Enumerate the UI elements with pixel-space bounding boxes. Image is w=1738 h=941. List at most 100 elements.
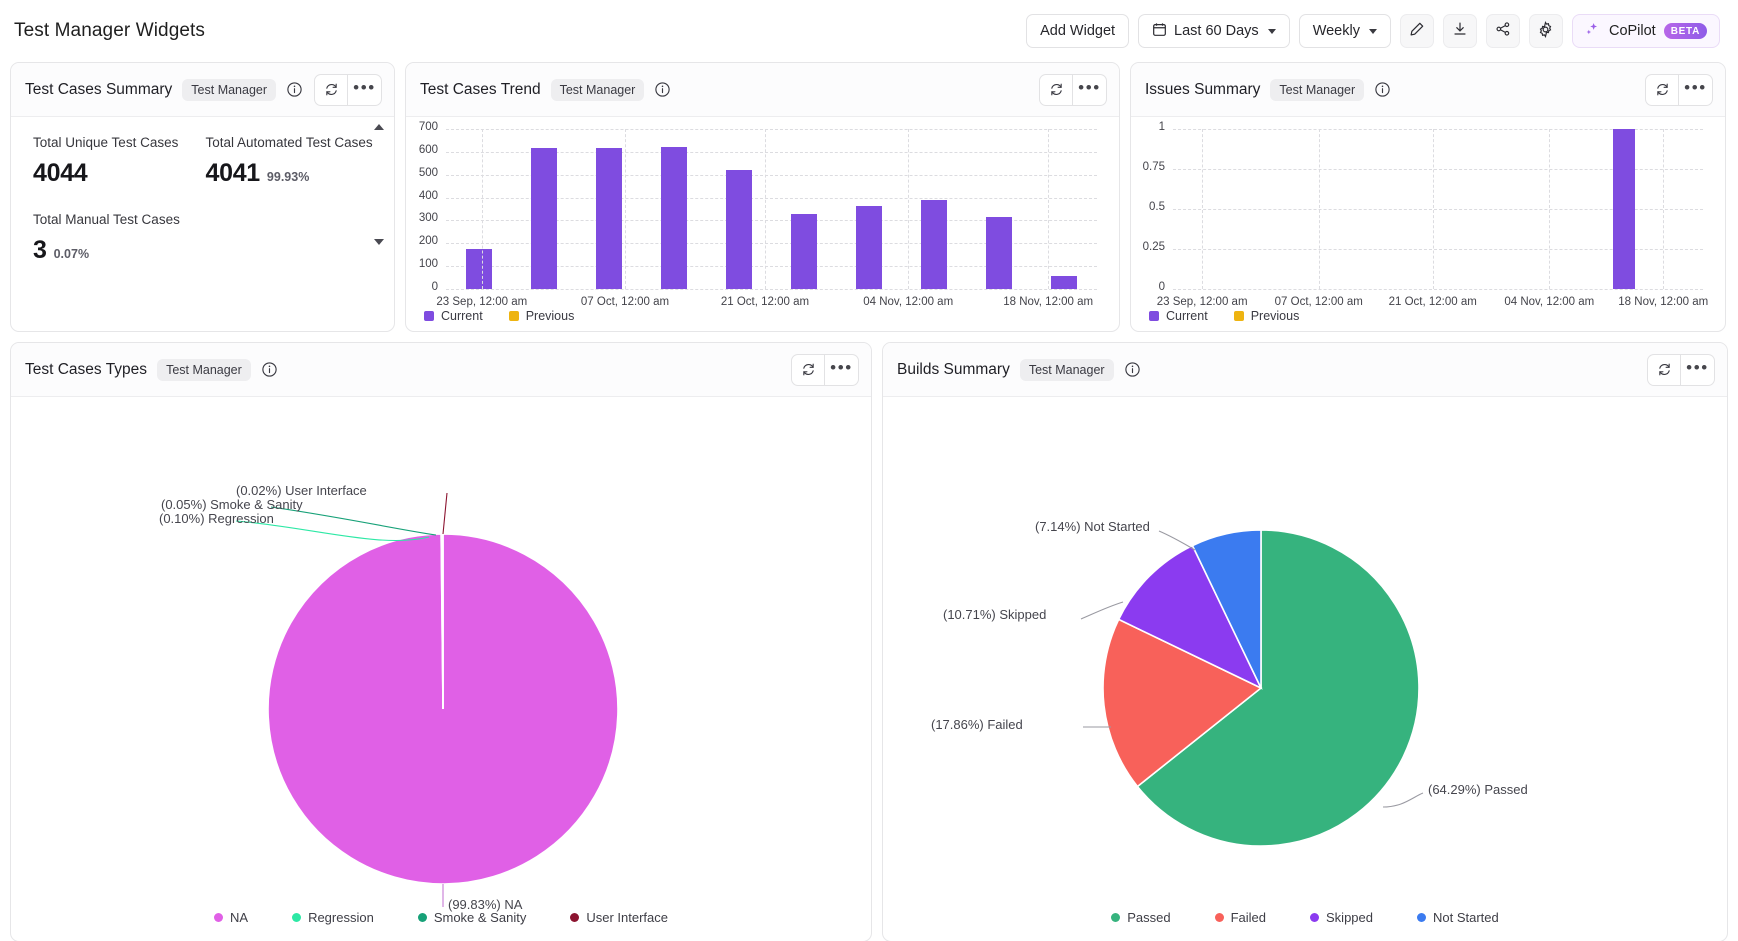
legend-swatch <box>424 311 434 321</box>
widget-grid: Test Cases Summary Test Manager ••• <box>0 62 1738 941</box>
more-options-button[interactable]: ••• <box>825 354 859 386</box>
legend-label: Passed <box>1127 910 1170 925</box>
widget-body: 010020030040050060070023 Sep, 12:00 am07… <box>406 117 1119 331</box>
x-axis-tick: 04 Nov, 12:00 am <box>853 296 963 308</box>
bar[interactable] <box>986 217 1012 289</box>
more-options-button[interactable]: ••• <box>1681 354 1715 386</box>
legend-item-failed[interactable]: Failed <box>1215 910 1266 925</box>
refresh-button[interactable] <box>1645 74 1679 106</box>
add-widget-button[interactable]: Add Widget <box>1026 14 1129 48</box>
gridline <box>1663 129 1664 289</box>
metric-total-automated-test-cases: Total Automated Test Cases 4041 99.93% <box>206 135 379 188</box>
legend-swatch <box>1215 913 1224 922</box>
metric-total-unique-test-cases: Total Unique Test Cases 4044 <box>33 135 206 188</box>
legend-item-current[interactable]: Current <box>1149 309 1208 323</box>
more-options-button[interactable]: ••• <box>348 74 382 106</box>
more-icon: ••• <box>1684 88 1707 92</box>
y-axis-tick: 1 <box>1131 121 1165 133</box>
edit-button[interactable] <box>1400 14 1434 48</box>
widget-title: Test Cases Trend <box>420 81 541 99</box>
bar[interactable] <box>661 147 687 289</box>
x-axis-tick: 23 Sep, 12:00 am <box>1147 296 1257 308</box>
bar[interactable] <box>596 148 622 289</box>
legend-item-not-started[interactable]: Not Started <box>1417 910 1499 925</box>
widget-header-actions: ••• <box>791 354 859 386</box>
legend-item-smoke-sanity[interactable]: Smoke & Sanity <box>418 910 527 925</box>
widget-title: Test Cases Summary <box>25 81 172 99</box>
legend-swatch <box>509 311 519 321</box>
y-axis-tick: 0.75 <box>1131 161 1165 173</box>
date-range-button[interactable]: Last 60 Days <box>1138 14 1290 48</box>
interval-button[interactable]: Weekly <box>1299 14 1391 48</box>
bar[interactable] <box>466 249 492 289</box>
legend-label: Failed <box>1231 910 1266 925</box>
info-icon[interactable] <box>654 81 671 98</box>
scroll-down-arrow[interactable] <box>374 239 384 245</box>
y-axis-tick: 200 <box>406 235 438 247</box>
refresh-button[interactable] <box>1647 354 1681 386</box>
y-axis-tick: 100 <box>406 258 438 270</box>
metric-value: 4044 <box>33 159 87 188</box>
more-options-button[interactable]: ••• <box>1073 74 1107 106</box>
summary-row: Total Unique Test Cases 4044 Total Autom… <box>33 135 378 188</box>
more-icon: ••• <box>830 368 853 372</box>
gear-icon <box>1537 21 1554 42</box>
gridline <box>1048 129 1049 289</box>
share-button[interactable] <box>1486 14 1520 48</box>
info-icon[interactable] <box>286 81 303 98</box>
pie-slice-label: (10.71%) Skipped <box>943 607 1046 622</box>
more-options-button[interactable]: ••• <box>1679 74 1713 106</box>
metric-percent: 0.07% <box>54 247 89 261</box>
calendar-icon <box>1152 22 1167 41</box>
widget-body: Total Unique Test Cases 4044 Total Autom… <box>11 117 394 331</box>
bar[interactable] <box>791 214 817 289</box>
y-axis-tick: 0 <box>1131 281 1165 293</box>
settings-button[interactable] <box>1529 14 1563 48</box>
chart-legend: Passed Failed Skipped Not Started <box>883 910 1727 925</box>
legend-item-previous[interactable]: Previous <box>509 309 575 323</box>
legend-item-previous[interactable]: Previous <box>1234 309 1300 323</box>
widget-source-chip: Test Manager <box>1020 359 1114 381</box>
legend-item-user-interface[interactable]: User Interface <box>570 910 668 925</box>
refresh-button[interactable] <box>791 354 825 386</box>
legend-label: Smoke & Sanity <box>434 910 527 925</box>
copilot-label: CoPilot <box>1609 23 1656 39</box>
info-icon[interactable] <box>1124 361 1141 378</box>
y-axis-tick: 600 <box>406 144 438 156</box>
widget-test-cases-trend: Test Cases Trend Test Manager ••• <box>405 62 1120 332</box>
metric-label: Total Automated Test Cases <box>206 135 379 150</box>
bar[interactable] <box>531 148 557 289</box>
info-icon[interactable] <box>1374 81 1391 98</box>
scroll-up-arrow[interactable] <box>374 124 384 130</box>
pie-svg <box>883 397 1727 941</box>
legend-swatch <box>570 913 579 922</box>
legend-item-current[interactable]: Current <box>424 309 483 323</box>
bar[interactable] <box>921 200 947 289</box>
widget-header-actions: ••• <box>1039 74 1107 106</box>
bar[interactable] <box>1051 276 1077 289</box>
copilot-button[interactable]: CoPilot BETA <box>1572 14 1720 48</box>
sparkle-icon <box>1584 21 1601 42</box>
legend-item-regression[interactable]: Regression <box>292 910 374 925</box>
refresh-button[interactable] <box>1039 74 1073 106</box>
y-axis-tick: 400 <box>406 190 438 202</box>
legend-swatch <box>1417 913 1426 922</box>
gridline <box>1202 129 1203 289</box>
widget-row-1: Test Cases Summary Test Manager ••• <box>10 62 1728 332</box>
chart-legend: Current Previous <box>424 309 574 323</box>
bar[interactable] <box>1613 129 1635 289</box>
info-icon[interactable] <box>261 361 278 378</box>
bar[interactable] <box>726 170 752 289</box>
legend-swatch <box>418 913 427 922</box>
widget-header-actions: ••• <box>1645 74 1713 106</box>
legend-item-skipped[interactable]: Skipped <box>1310 910 1373 925</box>
legend-item-na[interactable]: NA <box>214 910 248 925</box>
download-button[interactable] <box>1443 14 1477 48</box>
bar[interactable] <box>856 206 882 289</box>
pie-slice-label: (0.02%) User Interface <box>236 483 367 498</box>
legend-item-passed[interactable]: Passed <box>1111 910 1170 925</box>
widget-source-chip: Test Manager <box>182 79 276 101</box>
gridline <box>1549 129 1550 289</box>
refresh-button[interactable] <box>314 74 348 106</box>
widget-header: Builds Summary Test Manager ••• <box>883 343 1727 397</box>
